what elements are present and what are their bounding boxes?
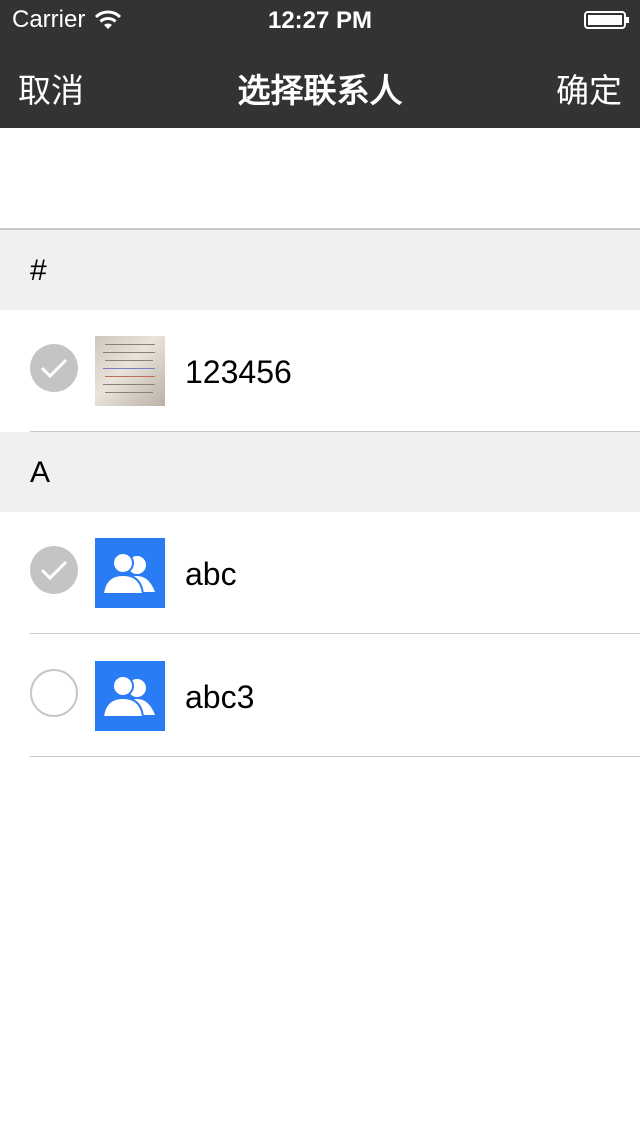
page-title: 选择联系人 [237,72,403,109]
row-divider [30,633,640,634]
checkmark-icon [40,560,68,581]
section-header-label: # [30,254,47,287]
search-area[interactable] [0,128,640,230]
contact-name: abc3 [185,679,255,715]
contact-row-123456[interactable]: 123456 [0,310,640,432]
section-header-hash: # [0,230,640,310]
checkbox-checked[interactable] [30,344,78,392]
status-time: 12:27 PM [267,7,373,34]
contact-photo-avatar [95,336,165,406]
checkbox-checked[interactable] [30,546,78,594]
top-bar: Carrier 12:27 PM 取消 选择联系人 确定 [0,0,640,128]
default-contact-icon [95,538,165,608]
contact-row-abc[interactable]: abc [0,512,640,634]
default-contact-icon [95,661,165,731]
battery-icon [584,11,629,29]
contact-row-abc3[interactable]: abc3 [0,635,640,757]
checkmark-icon [40,358,68,379]
section-header-label: A [30,456,51,489]
contact-name: abc [185,556,237,592]
status-bar: Carrier 12:27 PM [0,0,640,40]
contact-name: 123456 [185,354,292,390]
section-header-a: A [0,432,640,512]
row-divider [30,756,640,757]
navigation-bar: 取消 选择联系人 确定 [0,40,640,128]
confirm-button[interactable]: 确定 [556,64,622,112]
checkbox-unchecked[interactable] [30,669,78,717]
